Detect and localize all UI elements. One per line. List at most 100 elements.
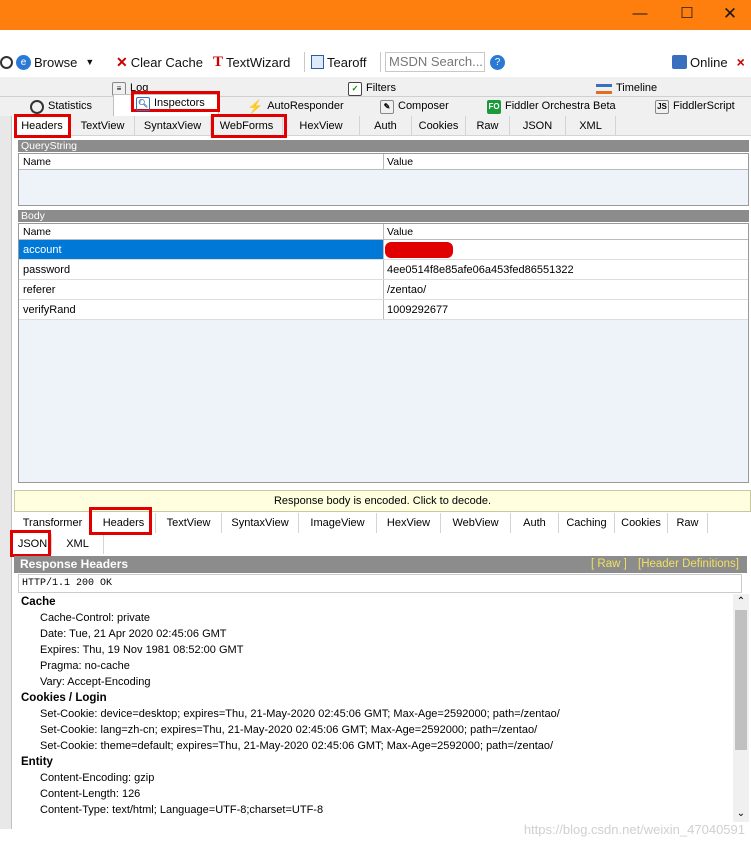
browse-button[interactable]: e Browse ▼	[16, 53, 94, 71]
response-tab-raw[interactable]: Raw	[668, 513, 708, 533]
body-grid[interactable]: Name Value account password 4ee0514f8e85af…	[18, 223, 749, 483]
row-name: verifyRand	[23, 304, 76, 316]
help-icon[interactable]: ?	[490, 53, 505, 71]
request-tab-textview[interactable]: TextView	[71, 116, 135, 136]
js-icon: JS	[655, 99, 669, 114]
scroll-thumb[interactable]	[735, 610, 747, 750]
close-icon[interactable]: ×	[737, 54, 745, 70]
request-tab-cookies[interactable]: Cookies	[412, 116, 466, 136]
raw-link[interactable]: [ Raw ]	[591, 558, 627, 570]
response-headers-title: Response Headers	[20, 557, 129, 571]
top-tabs: ≡ Log ✓ Filters Timeline Statistics 🔍︎ I…	[0, 77, 751, 116]
row-name: password	[23, 264, 71, 276]
clear-cache-icon: ✕	[116, 53, 128, 70]
network-icon	[672, 55, 687, 69]
table-row[interactable]: referer/zentao/	[19, 280, 748, 300]
composer-icon: ✎	[380, 99, 394, 114]
textwizard-label: TextWizard	[226, 54, 291, 70]
timer-icon[interactable]	[0, 53, 13, 71]
header-item[interactable]: Set-Cookie: device=desktop; expires=Thu,…	[40, 708, 560, 720]
response-tab-caching[interactable]: Caching	[559, 513, 615, 533]
clear-cache-label: Clear Cache	[130, 54, 203, 70]
minimize-button[interactable]: —	[617, 0, 663, 30]
request-tab-hexview[interactable]: HexView	[283, 116, 360, 136]
msdn-search-input[interactable]: MSDN Search...	[385, 52, 485, 72]
row-name: referer	[23, 284, 56, 296]
col-name[interactable]: Name	[19, 224, 51, 239]
status-line: HTTP/1.1 200 OK	[18, 574, 742, 593]
online-status[interactable]: Online ×	[672, 53, 745, 71]
response-tab-hexview[interactable]: HexView	[377, 513, 441, 533]
request-tab-auth[interactable]: Auth	[360, 116, 412, 136]
timeline-icon	[596, 83, 612, 94]
response-tab-syntaxview[interactable]: SyntaxView	[222, 513, 299, 533]
tab-inspectors-label: Inspectors	[154, 97, 205, 109]
tearoff-button[interactable]: Tearoff	[311, 53, 367, 71]
body-header: Name Value	[19, 224, 748, 240]
maximize-button[interactable]: ☐	[664, 0, 710, 30]
header-item[interactable]: Pragma: no-cache	[40, 660, 130, 672]
header-item[interactable]: Cache-Control: private	[40, 612, 150, 624]
header-item[interactable]: Set-Cookie: theme=default; expires=Thu, …	[40, 740, 553, 752]
col-value[interactable]: Value	[383, 154, 413, 169]
response-tab-xml[interactable]: XML	[52, 534, 104, 554]
col-name[interactable]: Name	[19, 154, 51, 169]
textwizard-icon: T	[213, 53, 224, 70]
tab-fiddler-orchestra[interactable]: FO Fiddler Orchestra Beta	[487, 97, 616, 116]
left-splitter[interactable]	[0, 80, 12, 829]
tab-fiddlerscript[interactable]: JS FiddlerScript	[655, 97, 735, 116]
request-tab-raw[interactable]: Raw	[466, 116, 510, 136]
highlight-box	[89, 507, 152, 535]
header-tree[interactable]: Cache Cache-Control: private Date: Tue, 21…	[18, 594, 733, 822]
header-item[interactable]: Content-Encoding: gzip	[40, 772, 154, 784]
body-title: Body	[18, 210, 749, 222]
ie-icon: e	[16, 54, 31, 70]
window-close-button[interactable]: ✕	[707, 0, 751, 30]
request-tab-xml[interactable]: XML	[566, 116, 616, 136]
vertical-scrollbar[interactable]: ⌃ ⌄	[733, 594, 749, 822]
online-label: Online	[690, 54, 728, 70]
highlight-box	[14, 114, 71, 138]
response-tab-webview[interactable]: WebView	[441, 513, 511, 533]
header-group[interactable]: Cookies / Login	[21, 692, 107, 704]
watermark: https://blog.csdn.net/weixin_47040591	[523, 822, 745, 837]
querystring-grid[interactable]: Name Value	[18, 153, 749, 206]
response-tab-imageview[interactable]: ImageView	[299, 513, 377, 533]
chevron-down-icon[interactable]: ▼	[85, 57, 94, 67]
table-row[interactable]: account	[19, 240, 748, 260]
header-item[interactable]: Expires: Thu, 19 Nov 1981 08:52:00 GMT	[40, 644, 243, 656]
toolbar: e Browse ▼ ✕ Clear Cache T TextWizard Te…	[0, 49, 751, 75]
toolbar-separator	[304, 52, 305, 72]
clear-cache-button[interactable]: ✕ Clear Cache	[116, 53, 203, 71]
tab-inspectors[interactable]: 🔍︎ Inspectors	[136, 94, 205, 113]
header-item[interactable]: Content-Length: 126	[40, 788, 140, 800]
response-tab-cookies[interactable]: Cookies	[615, 513, 668, 533]
response-tab-auth[interactable]: Auth	[511, 513, 559, 533]
tab-fiddlerscript-label: FiddlerScript	[673, 100, 735, 112]
header-item[interactable]: Set-Cookie: lang=zh-cn; expires=Thu, 21-…	[40, 724, 537, 736]
header-item[interactable]: Content-Type: text/html; Language=UTF-8;…	[40, 804, 323, 816]
tearoff-label: Tearoff	[327, 54, 367, 70]
header-definitions-link[interactable]: [Header Definitions]	[638, 558, 739, 570]
tearoff-icon	[311, 55, 324, 69]
table-row[interactable]: verifyRand 1009292677	[19, 300, 748, 320]
tab-composer[interactable]: ✎ Composer	[380, 97, 449, 116]
tab-composer-label: Composer	[398, 100, 449, 112]
highlight-box	[211, 114, 287, 138]
header-group[interactable]: Cache	[21, 596, 56, 608]
header-item[interactable]: Date: Tue, 21 Apr 2020 02:45:06 GMT	[40, 628, 227, 640]
scroll-up-icon[interactable]: ⌃	[733, 594, 749, 610]
response-tab-textview[interactable]: TextView	[156, 513, 222, 533]
row-name: account	[19, 240, 383, 259]
table-row[interactable]: password 4ee0514f8e85afe06a453fed86551322	[19, 260, 748, 280]
col-value[interactable]: Value	[383, 224, 413, 239]
magnifier-icon: 🔍︎	[136, 96, 150, 111]
scroll-down-icon[interactable]: ⌄	[733, 806, 749, 822]
request-tab-syntaxview[interactable]: SyntaxView	[135, 116, 211, 136]
tab-fiddler-orchestra-label: Fiddler Orchestra Beta	[505, 100, 616, 112]
request-tab-json[interactable]: JSON	[510, 116, 566, 136]
textwizard-button[interactable]: T TextWizard	[213, 53, 290, 71]
querystring-header: Name Value	[19, 154, 748, 170]
header-item[interactable]: Vary: Accept-Encoding	[40, 676, 150, 688]
header-group[interactable]: Entity	[21, 756, 53, 768]
